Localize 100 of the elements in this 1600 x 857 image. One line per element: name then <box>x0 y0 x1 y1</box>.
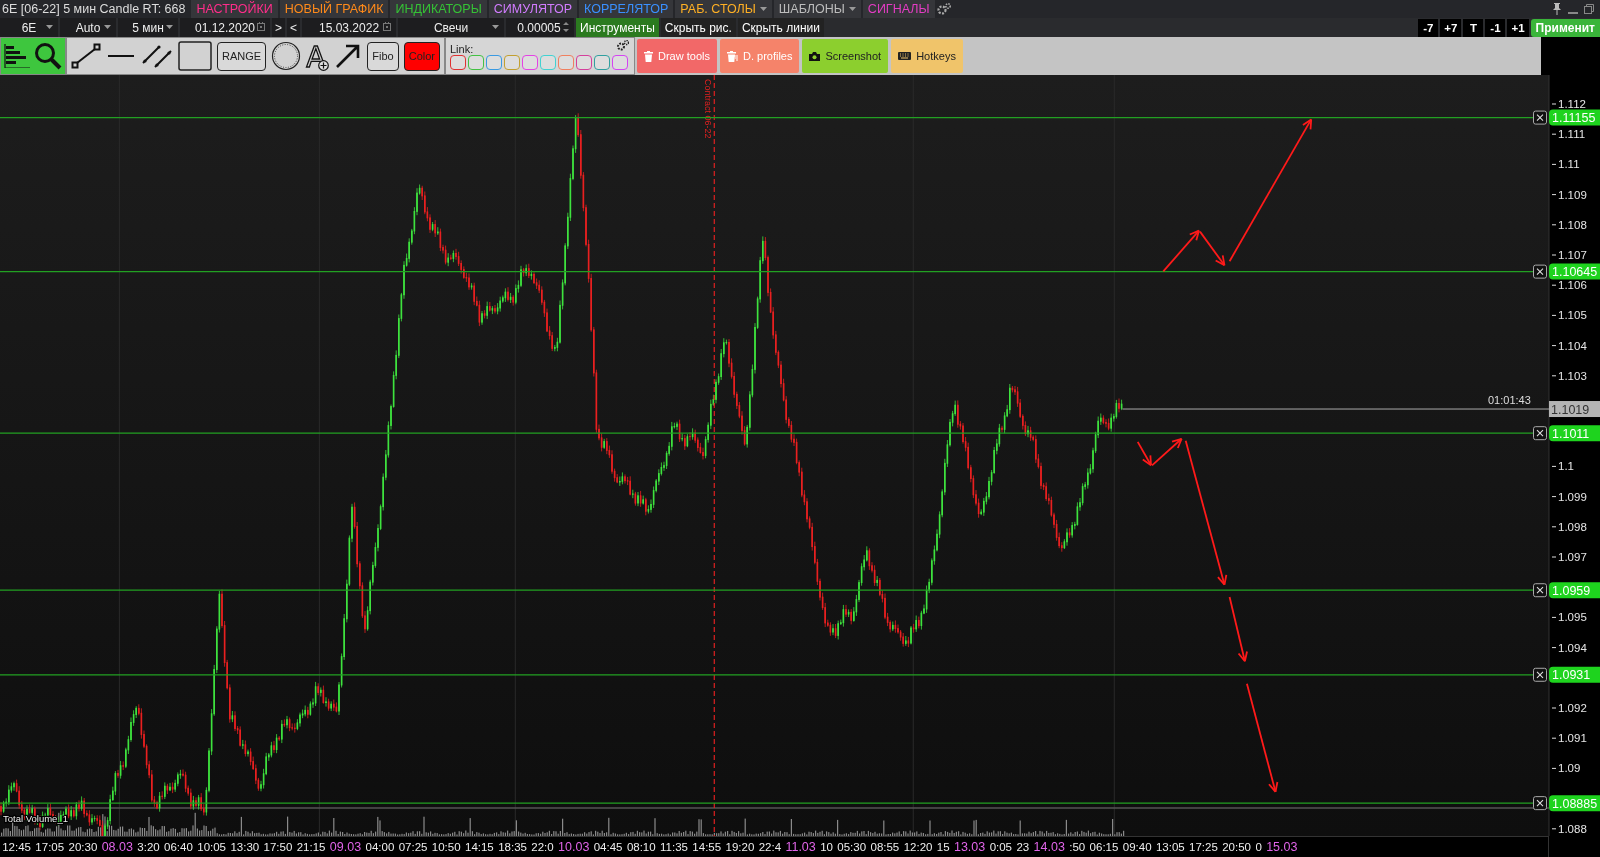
dropdown[interactable]: Свечи <box>398 18 505 37</box>
close-icon[interactable] <box>1533 796 1547 811</box>
toggle-button[interactable]: Скрыть линии <box>737 18 824 37</box>
price-tag: 1.1019 <box>1549 401 1600 417</box>
time-label: 05:30 <box>836 841 868 853</box>
restore-icon[interactable] <box>1584 4 1594 14</box>
time-label: 19:20 <box>724 841 756 853</box>
price-tick-label: 1.112 <box>1551 98 1586 110</box>
spin-field[interactable]: 0.00005 <box>506 18 575 37</box>
pin-icon[interactable] <box>1552 3 1562 15</box>
price-tick-label: 1.107 <box>1551 249 1587 261</box>
price-tick-label: 1.091 <box>1551 732 1587 745</box>
dropdown[interactable]: Auto <box>60 18 116 37</box>
menu-item[interactable]: СИМУЛЯТОР <box>488 0 578 18</box>
price-tick-label: 1.111 <box>1551 128 1586 141</box>
price-tick-label: 1.09 <box>1551 762 1581 775</box>
tool-button[interactable]: Fibo <box>367 41 399 71</box>
settings-icon[interactable] <box>617 40 629 51</box>
arrow-drawing <box>1228 596 1248 663</box>
step-button[interactable]: > <box>272 18 285 37</box>
segment-icon[interactable] <box>71 41 101 71</box>
time-label: 12:45 <box>1 841 32 853</box>
caret-icon <box>492 25 500 29</box>
date-field[interactable]: 01.12.2020 <box>180 18 270 37</box>
dropdown[interactable]: 6E <box>0 18 58 37</box>
window-title: 6E [06-22] 5 мин Candle RT: 668 <box>1 2 187 16</box>
time-label: 09:40 <box>1121 841 1153 853</box>
shift-button[interactable]: +7 <box>1440 18 1462 37</box>
arrow-drawing <box>1162 229 1200 273</box>
calendar-icon <box>383 22 392 31</box>
time-label: 13:05 <box>1154 841 1186 853</box>
time-label: 20:50 <box>1221 841 1252 853</box>
search-icon[interactable] <box>34 42 62 70</box>
menu-item[interactable]: КОРРЕЛЯТОР <box>579 0 674 18</box>
price-tag: 1.08885 <box>1549 795 1600 812</box>
link-color-button[interactable] <box>450 54 466 70</box>
price-tick-label: 1.094 <box>1551 641 1587 654</box>
date-label: 15.03 <box>1265 840 1299 854</box>
caret-icon <box>759 7 767 11</box>
settings-icon[interactable] <box>936 2 951 16</box>
trash-icon <box>726 50 738 62</box>
dropdown[interactable]: 5 мин <box>118 18 178 37</box>
close-icon[interactable] <box>1533 667 1547 682</box>
time-label: 17:50 <box>262 841 294 853</box>
time-label: 04:45 <box>592 841 624 853</box>
close-icon[interactable] <box>1533 110 1547 125</box>
step-button[interactable]: < <box>287 18 301 37</box>
menu-item[interactable]: РАБ. СТОЛЫ <box>675 0 772 18</box>
link-color-button[interactable] <box>612 54 628 70</box>
close-icon[interactable] <box>1533 583 1547 598</box>
time-label: 0 <box>1254 841 1263 853</box>
time-label: 06:40 <box>163 841 194 853</box>
date-label: 09.03 <box>328 840 363 854</box>
shift-button[interactable]: -7 <box>1418 18 1439 37</box>
time-label: 10:05 <box>196 841 227 853</box>
date-label: 08.03 <box>100 840 134 854</box>
link-color-button[interactable] <box>504 54 520 70</box>
price-tick-label: 1.109 <box>1551 188 1587 201</box>
calendar-icon <box>257 22 265 31</box>
time-label: 07:25 <box>397 841 429 853</box>
bars-icon[interactable] <box>4 44 30 68</box>
time-label: 17:25 <box>1188 841 1219 853</box>
date-field[interactable]: 15.03.2022 <box>302 18 397 37</box>
rectangle-icon[interactable] <box>178 41 212 71</box>
shift-button[interactable]: +1 <box>1507 18 1529 37</box>
toggle-button[interactable]: Скрыть рис. <box>660 18 736 37</box>
contract-label: Contract 06-22 <box>703 79 714 139</box>
menu-item[interactable]: ИНДИКАТОРЫ <box>390 0 487 18</box>
menu-item[interactable]: ШАБЛОНЫ <box>773 0 861 18</box>
price-tick-label: 1.11 <box>1551 158 1580 171</box>
time-label: 06:15 <box>1088 841 1120 853</box>
time-label: 14:15 <box>464 841 495 853</box>
link-color-button[interactable] <box>468 54 484 70</box>
action-button[interactable]: Hotkeys <box>891 39 963 73</box>
close-icon[interactable] <box>1533 426 1547 441</box>
link-color-button[interactable] <box>522 54 538 70</box>
price-tick-label: 1.088 <box>1551 822 1587 835</box>
close-icon[interactable] <box>1533 264 1547 279</box>
menu-item[interactable]: НОВЫЙ ГРАФИК <box>279 0 389 18</box>
price-tick-label: 1.098 <box>1551 520 1587 533</box>
action-button[interactable]: Screenshot <box>802 39 889 73</box>
link-color-button[interactable] <box>576 54 592 70</box>
shift-button[interactable]: -1 <box>1485 18 1506 37</box>
link-color-button[interactable] <box>486 54 502 70</box>
time-label: 14:55 <box>691 841 723 853</box>
date-label: 14.03 <box>1032 840 1066 854</box>
link-label: Link: <box>450 42 474 55</box>
camera-icon <box>809 51 821 61</box>
price-tick-label: 1.097 <box>1551 551 1587 563</box>
link-color-button[interactable] <box>594 54 610 70</box>
time-label: 17:05 <box>34 841 66 853</box>
link-color-button[interactable] <box>558 54 574 70</box>
price-tag: 1.1011 <box>1549 425 1600 442</box>
toggle-button[interactable]: Инструменты <box>576 18 659 37</box>
circle-icon[interactable] <box>271 41 302 71</box>
shift-button[interactable]: T <box>1463 18 1484 37</box>
link-color-button[interactable] <box>540 54 556 70</box>
color-button[interactable]: Color <box>403 41 440 71</box>
price-tick-label: 1.106 <box>1551 279 1587 292</box>
tool-button[interactable]: RANGE <box>217 41 267 71</box>
